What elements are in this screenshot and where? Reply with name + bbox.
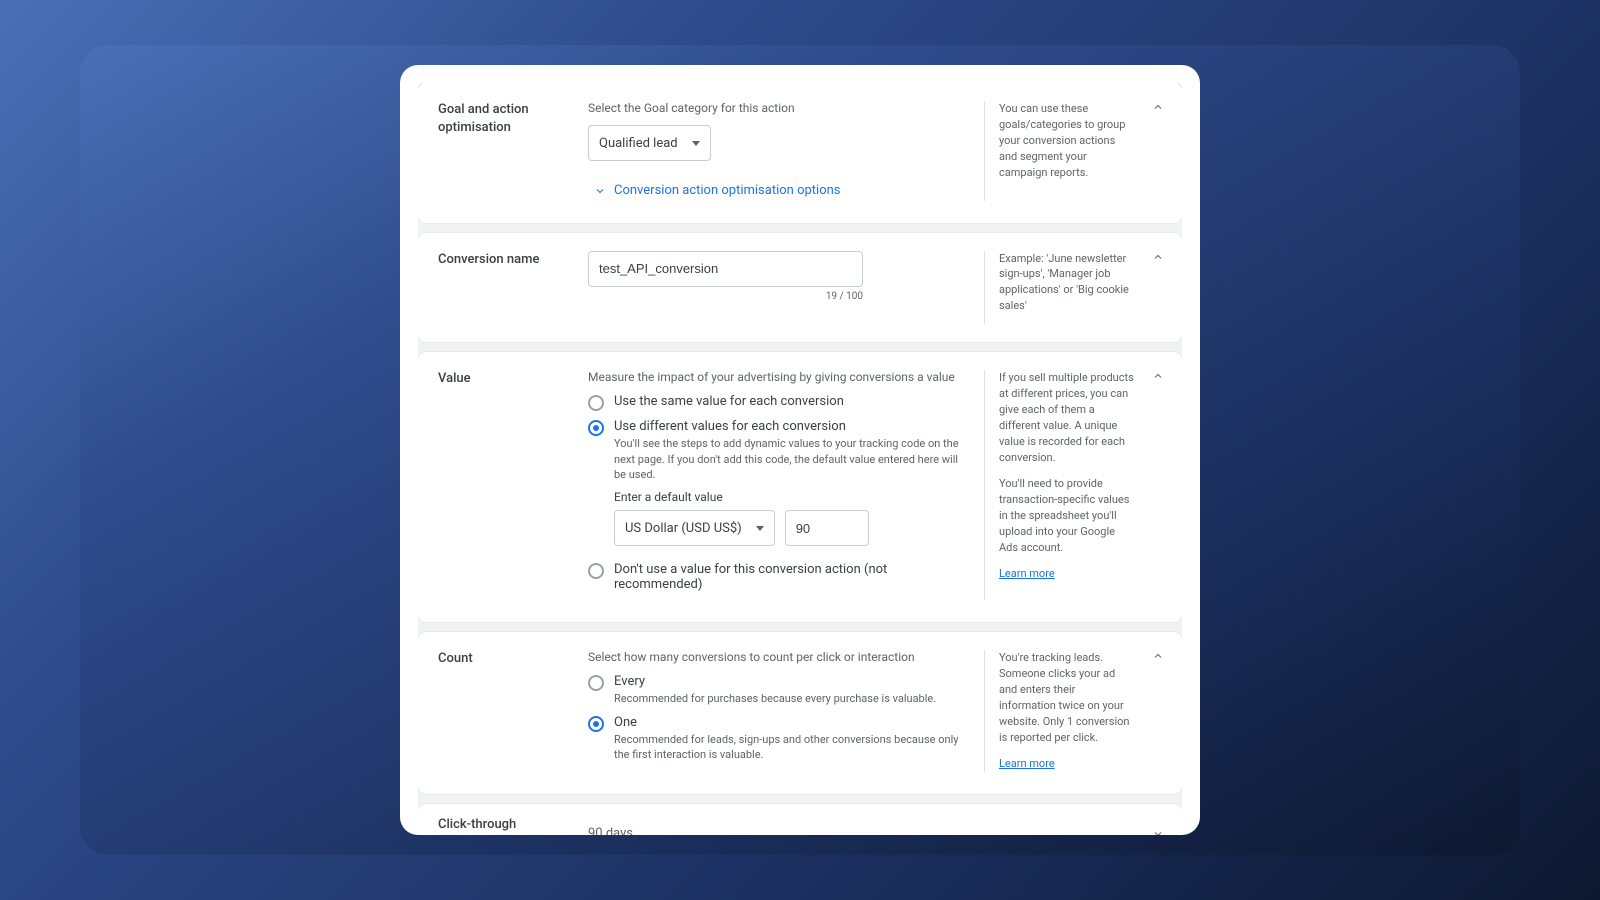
value-option-different[interactable]: Use different values for each conversion… bbox=[588, 419, 964, 482]
value-option-same[interactable]: Use the same value for each conversion bbox=[588, 394, 964, 411]
radio-different-value[interactable] bbox=[588, 420, 604, 436]
value-title: Value bbox=[438, 370, 588, 600]
caret-down-icon bbox=[692, 141, 700, 146]
optimisation-options-label: Conversion action optimisation options bbox=[614, 183, 841, 198]
goal-category-value: Qualified lead bbox=[599, 136, 678, 151]
default-value-block: Enter a default value US Dollar (USD US$… bbox=[614, 490, 964, 546]
name-help: Example: 'June newsletter sign-ups', 'Ma… bbox=[984, 251, 1134, 325]
conversion-name-counter: 19 / 100 bbox=[588, 291, 863, 302]
radio-one[interactable] bbox=[588, 716, 604, 732]
panel-wrap: Goal and action optimisation Select the … bbox=[400, 65, 1200, 835]
value-learn-more-link[interactable]: Learn more bbox=[999, 567, 1055, 580]
count-help: You're tracking leads. Someone clicks yo… bbox=[984, 650, 1134, 772]
chevron-down-icon bbox=[1152, 828, 1164, 835]
goal-main: Select the Goal category for this action… bbox=[588, 101, 976, 201]
radio-every-sub: Recommended for purchases because every … bbox=[614, 691, 964, 706]
radio-one-label: One bbox=[614, 715, 964, 730]
click-through-window-row[interactable]: Click-through conversion window 90 days bbox=[418, 804, 1182, 835]
outer-frame: Goal and action optimisation Select the … bbox=[80, 45, 1520, 855]
name-card: Conversion name 19 / 100 Example: 'June … bbox=[418, 233, 1182, 343]
goal-card: Goal and action optimisation Select the … bbox=[418, 83, 1182, 223]
caret-down-icon bbox=[756, 526, 764, 531]
chevron-down-icon bbox=[594, 185, 606, 197]
conversion-name-input[interactable] bbox=[588, 251, 863, 287]
count-caption: Select how many conversions to count per… bbox=[588, 650, 964, 664]
radio-every[interactable] bbox=[588, 675, 604, 691]
chevron-up-icon bbox=[1152, 650, 1164, 662]
value-caption: Measure the impact of your advertising b… bbox=[588, 370, 964, 384]
value-help: If you sell multiple products at differe… bbox=[984, 370, 1134, 600]
collapsed-rows: Click-through conversion window 90 days … bbox=[418, 804, 1182, 835]
goal-help: You can use these goals/categories to gr… bbox=[984, 101, 1134, 201]
chevron-up-icon bbox=[1152, 370, 1164, 382]
chevron-up-icon bbox=[1152, 251, 1164, 263]
radio-diff-label: Use different values for each conversion bbox=[614, 419, 964, 434]
value-option-none[interactable]: Don't use a value for this conversion ac… bbox=[588, 562, 964, 592]
radio-no-value[interactable] bbox=[588, 563, 604, 579]
value-help-1: If you sell multiple products at differe… bbox=[999, 370, 1134, 466]
settings-sheet: Goal and action optimisation Select the … bbox=[418, 83, 1182, 835]
radio-one-sub: Recommended for leads, sign-ups and othe… bbox=[614, 732, 964, 763]
count-main: Select how many conversions to count per… bbox=[588, 650, 976, 772]
goal-category-select[interactable]: Qualified lead bbox=[588, 125, 711, 161]
currency-value: US Dollar (USD US$) bbox=[625, 521, 742, 536]
count-option-every[interactable]: Every Recommended for purchases because … bbox=[588, 674, 964, 706]
ctw-value: 90 days bbox=[588, 826, 633, 835]
ctw-title: Click-through conversion window bbox=[438, 816, 588, 835]
value-collapse-button[interactable] bbox=[1148, 366, 1168, 386]
currency-select[interactable]: US Dollar (USD US$) bbox=[614, 510, 775, 546]
count-collapse-button[interactable] bbox=[1148, 646, 1168, 666]
value-main: Measure the impact of your advertising b… bbox=[588, 370, 976, 600]
goal-collapse-button[interactable] bbox=[1148, 97, 1168, 117]
goal-help-text: You can use these goals/categories to gr… bbox=[999, 101, 1134, 181]
ctw-expand-button[interactable] bbox=[1148, 824, 1168, 835]
count-option-one[interactable]: One Recommended for leads, sign-ups and … bbox=[588, 715, 964, 763]
radio-same-value[interactable] bbox=[588, 395, 604, 411]
count-help-text: You're tracking leads. Someone clicks yo… bbox=[999, 650, 1134, 746]
count-card: Count Select how many conversions to cou… bbox=[418, 632, 1182, 794]
name-title: Conversion name bbox=[438, 251, 588, 325]
radio-diff-sub: You'll see the steps to add dynamic valu… bbox=[614, 436, 964, 482]
default-value-input[interactable] bbox=[785, 510, 869, 546]
name-help-text: Example: 'June newsletter sign-ups', 'Ma… bbox=[999, 251, 1134, 315]
goal-title: Goal and action optimisation bbox=[438, 101, 588, 201]
value-help-2: You'll need to provide transaction-speci… bbox=[999, 476, 1134, 556]
default-value-label: Enter a default value bbox=[614, 490, 964, 504]
value-card: Value Measure the impact of your adverti… bbox=[418, 352, 1182, 622]
name-collapse-button[interactable] bbox=[1148, 247, 1168, 267]
optimisation-options-toggle[interactable]: Conversion action optimisation options bbox=[594, 183, 841, 198]
radio-none-label: Don't use a value for this conversion ac… bbox=[614, 562, 964, 592]
radio-every-label: Every bbox=[614, 674, 964, 689]
goal-caption: Select the Goal category for this action bbox=[588, 101, 964, 115]
chevron-up-icon bbox=[1152, 101, 1164, 113]
count-learn-more-link[interactable]: Learn more bbox=[999, 757, 1055, 770]
name-main: 19 / 100 bbox=[588, 251, 976, 325]
count-title: Count bbox=[438, 650, 588, 772]
radio-same-label: Use the same value for each conversion bbox=[614, 394, 964, 409]
